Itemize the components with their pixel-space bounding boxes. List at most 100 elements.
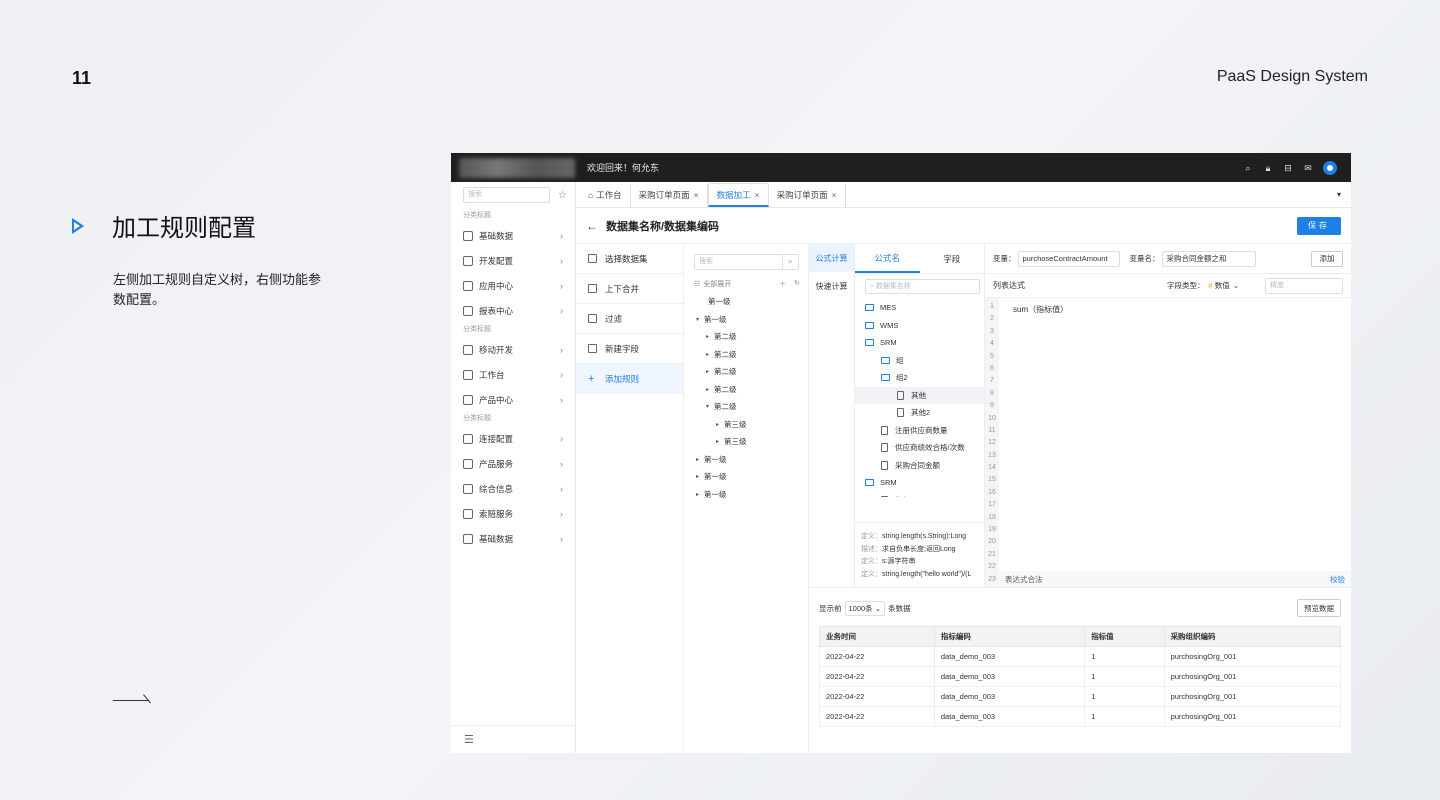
sidebar-item[interactable]: 索赔服务 › bbox=[451, 501, 575, 526]
formula-tree-node[interactable]: 组2 bbox=[855, 369, 984, 387]
step-item[interactable]: 上下合并 bbox=[576, 274, 683, 304]
tree-node[interactable]: ▸ 第二级 bbox=[694, 328, 800, 346]
step-icon bbox=[588, 344, 597, 353]
tabs-dropdown-icon[interactable]: ▾ bbox=[1337, 190, 1341, 199]
formula-mode-item[interactable]: 快速计算 bbox=[809, 272, 854, 300]
sidebar-item[interactable]: 移动开发 › bbox=[451, 337, 575, 362]
close-icon[interactable]: × bbox=[832, 190, 837, 200]
step-item[interactable]: 新建字段 bbox=[576, 334, 683, 364]
formula-tree-node[interactable]: 注册供应商数量 bbox=[855, 422, 984, 440]
caret-icon[interactable]: ▾ bbox=[696, 316, 704, 323]
formula-tab[interactable]: 字段 bbox=[920, 244, 985, 273]
avatar-icon[interactable] bbox=[1323, 160, 1337, 175]
caret-icon[interactable]: ▸ bbox=[696, 456, 704, 463]
blurred-logo bbox=[459, 157, 575, 178]
sidebar-item[interactable]: 报表中心 › bbox=[451, 298, 575, 323]
mail-icon[interactable]: ✉︎ bbox=[1303, 163, 1313, 173]
tree-node[interactable]: ▸ 第二级 bbox=[694, 381, 800, 399]
expression-editor[interactable]: 1 2 3 4 5 6 7 8 9 10 11 12 13 14 15 16 17 18 19 20 21 22 23 su… bbox=[985, 298, 1351, 587]
tab-item[interactable]: 采购订单页面 × bbox=[631, 183, 708, 207]
row-count-select[interactable]: 1000条 ⌄ bbox=[844, 600, 886, 616]
rule-tree: 搜索 ⌕ ☷ 全部展开 ＋ ↻ 第一级 ▾ 第一级 ▸ 第二级 ▸ 第二级 ▸ 第二级 ▸ 第二级 ▾ 第… bbox=[684, 244, 809, 753]
formula-tree-node[interactable]: MES bbox=[855, 299, 984, 317]
add-rule-button[interactable]: + 添加规则 bbox=[576, 364, 683, 394]
sidebar-item[interactable]: 基础数据 › bbox=[451, 526, 575, 551]
formula-tree-node[interactable]: 组 bbox=[855, 352, 984, 370]
sidebar-item[interactable]: 工作台 › bbox=[451, 362, 575, 387]
refresh-icon[interactable]: ↻ bbox=[794, 279, 800, 289]
caret-icon[interactable]: ▸ bbox=[696, 473, 704, 480]
back-arrow-icon[interactable]: ← bbox=[586, 219, 598, 233]
variable-name-input[interactable]: 采购合同金额之和 bbox=[1161, 250, 1256, 267]
formula-tree-node[interactable]: SRM bbox=[855, 334, 984, 352]
tree-node[interactable]: ▾ 第二级 bbox=[694, 398, 800, 416]
plus-icon: + bbox=[588, 372, 595, 385]
formula-tree-node[interactable]: 其他 bbox=[855, 386, 984, 404]
tab-home[interactable]: ⌂ 工作台 bbox=[580, 183, 631, 207]
sidebar-search-input[interactable]: 搜索 bbox=[463, 187, 551, 203]
tree-node[interactable]: 第一级 bbox=[694, 293, 800, 311]
tree-node[interactable]: ▸ 第一级 bbox=[694, 468, 800, 486]
step-item[interactable]: 过滤 bbox=[576, 304, 683, 334]
save-button[interactable]: 保存 bbox=[1297, 216, 1341, 235]
line-number: 22 bbox=[988, 563, 996, 571]
verify-link[interactable]: 校验 bbox=[1330, 574, 1345, 585]
number-type-icon: # bbox=[1208, 281, 1213, 290]
tree-node[interactable]: ▾ 第一级 bbox=[694, 311, 800, 329]
chevron-down-icon[interactable]: ⌄ bbox=[1233, 281, 1239, 290]
tab-item[interactable]: 采购订单页面 × bbox=[769, 183, 846, 207]
caret-icon[interactable]: ▸ bbox=[706, 386, 714, 393]
sidebar-item[interactable]: 应用中心 › bbox=[451, 273, 575, 298]
step-item[interactable]: 选择数据集 bbox=[576, 244, 683, 274]
sidebar-item[interactable]: 基础数据 › bbox=[451, 223, 575, 248]
close-icon[interactable]: × bbox=[694, 190, 699, 200]
caret-icon[interactable]: ▸ bbox=[696, 491, 704, 498]
inbox-icon[interactable]: ⊟ bbox=[1283, 163, 1293, 173]
expand-all-icon[interactable]: ☷ bbox=[694, 280, 700, 288]
sidebar-item[interactable]: 开发配置 › bbox=[451, 248, 575, 273]
formula-node-label: MES bbox=[880, 303, 897, 313]
tree-node[interactable]: ▸ 第三级 bbox=[694, 433, 800, 451]
expression-code[interactable]: sum（指标值） bbox=[999, 298, 1351, 587]
caret-icon[interactable]: ▸ bbox=[716, 421, 724, 428]
favorite-icon[interactable]: ☆ bbox=[558, 190, 567, 201]
tree-node[interactable]: ▸ 第一级 bbox=[694, 486, 800, 504]
sidebar-item[interactable]: 综合信息 › bbox=[451, 476, 575, 501]
formula-tree-node[interactable]: 其他2 bbox=[855, 404, 984, 422]
tree-node[interactable]: ▸ 第二级 bbox=[694, 363, 800, 381]
sidebar-item[interactable]: 产品服务 › bbox=[451, 451, 575, 476]
sidebar-item[interactable]: 产品中心 › bbox=[451, 387, 575, 412]
close-icon[interactable]: × bbox=[755, 190, 760, 200]
add-icon[interactable]: ＋ bbox=[779, 279, 786, 289]
sidebar-item[interactable]: 连接配置 › bbox=[451, 426, 575, 451]
formula-tree-node[interactable]: 指标1 bbox=[855, 492, 984, 497]
caret-icon[interactable]: ▾ bbox=[706, 403, 714, 410]
formula-search-input[interactable]: ⌕ 数据集名称 bbox=[865, 279, 980, 294]
caret-icon[interactable]: ▸ bbox=[706, 351, 714, 358]
formula-mode-item[interactable]: 公式计算 bbox=[809, 244, 854, 272]
search-icon[interactable]: ⌕ bbox=[1243, 163, 1253, 173]
collapse-menu-icon[interactable]: ☰ bbox=[451, 725, 575, 753]
expand-all-label[interactable]: 全部展开 bbox=[703, 279, 731, 289]
search-icon[interactable]: ⌕ bbox=[782, 255, 798, 269]
formula-tree-node[interactable]: 供应商绩效合格/次数 bbox=[855, 439, 984, 457]
tree-node[interactable]: ▸ 第一级 bbox=[694, 451, 800, 469]
tree-search-input[interactable]: 搜索 bbox=[695, 255, 782, 269]
tree-node[interactable]: ▸ 第三级 bbox=[694, 416, 800, 434]
formula-tree-node[interactable]: WMS bbox=[855, 317, 984, 335]
formula-tree-node[interactable]: 采购合同金额 bbox=[855, 457, 984, 475]
grid-icon bbox=[463, 483, 473, 494]
variable-input[interactable]: purchoseContractAmount bbox=[1017, 250, 1120, 267]
caret-icon[interactable]: ▸ bbox=[706, 333, 714, 340]
caret-icon[interactable]: ▸ bbox=[706, 368, 714, 375]
tab-item[interactable]: 数据加工 × bbox=[707, 183, 769, 207]
precision-input[interactable]: 精度 bbox=[1265, 277, 1343, 294]
lock-icon[interactable]: 🔒︎ bbox=[1263, 163, 1273, 173]
add-button[interactable]: 添加 bbox=[1311, 250, 1343, 267]
formula-tab[interactable]: 公式名 bbox=[855, 244, 920, 273]
formula-tree-node[interactable]: SRM bbox=[855, 474, 984, 492]
preview-data-button[interactable]: 预览数据 bbox=[1297, 599, 1341, 617]
caret-icon[interactable]: ▸ bbox=[716, 438, 724, 445]
field-type-select[interactable]: 数值 bbox=[1215, 280, 1230, 291]
tree-node[interactable]: ▸ 第二级 bbox=[694, 346, 800, 364]
